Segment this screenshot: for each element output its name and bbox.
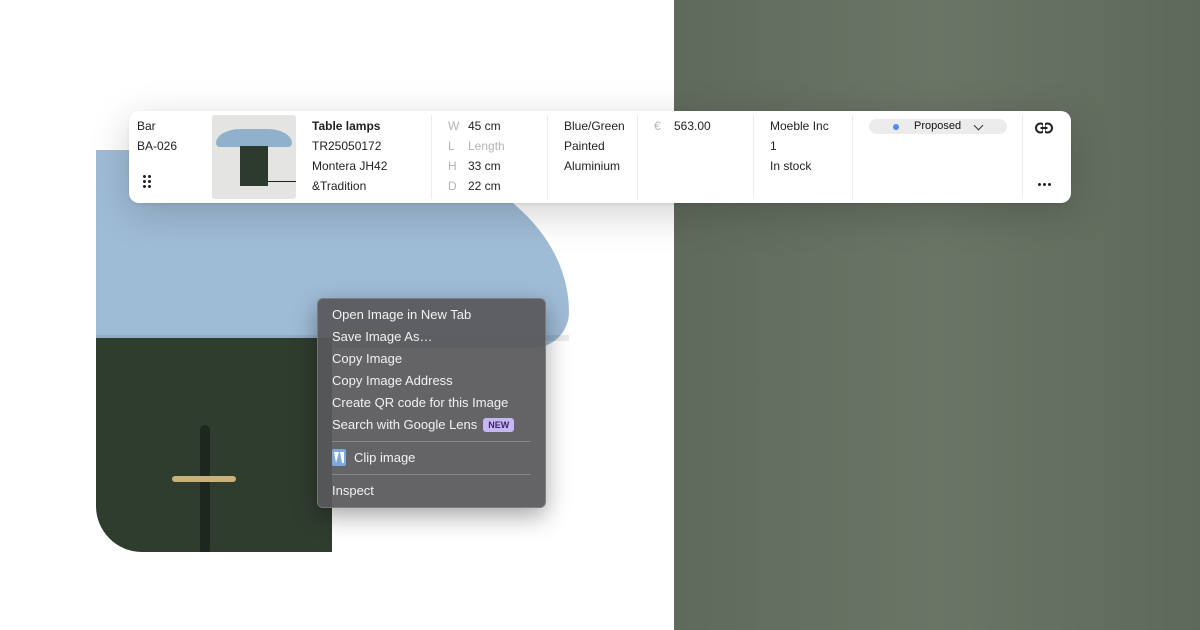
price-amount: 563.00 [674,119,711,133]
menu-item-inspect[interactable]: Inspect [332,480,374,502]
menu-item-save-image[interactable]: Save Image As… [332,326,432,348]
currency-symbol: € [654,119,661,133]
column-divider [431,115,432,199]
clip-icon [332,449,346,466]
dim-height: 33 cm [468,159,501,173]
supplier-cell: Moeble Inc 1 In stock [770,115,870,199]
item-code: BA-026 [137,139,178,153]
more-dots-icon[interactable] [1038,183,1052,187]
product-brand: &Tradition [312,179,367,193]
new-badge: NEW [483,418,515,432]
menu-item-google-lens[interactable]: Search with Google Lens NEW [332,414,515,436]
chevron-down-icon [973,120,984,131]
area-label: Bar [137,119,156,133]
column-divider [547,115,548,199]
price-cell: €563.00 [654,115,754,199]
menu-separator [332,441,531,442]
product-category: Table lamps [312,119,381,133]
material-finish: Painted [564,139,605,153]
dim-label: H [448,159,457,173]
menu-item-open-image[interactable]: Open Image in New Tab [332,304,471,326]
dim-label: L [448,139,455,153]
menu-separator [332,474,531,475]
menu-item-qr-code[interactable]: Create QR code for this Image [332,392,508,414]
product-cell: Table lamps TR25050172 Montera JH42 &Tra… [312,115,432,199]
status-dropdown[interactable]: Proposed [869,119,1007,134]
product-model: Montera JH42 [312,159,388,173]
materials-cell: Blue/Green Painted Aluminium [564,115,654,199]
column-divider [637,115,638,199]
lamp-slot [200,425,210,552]
product-row[interactable]: Bar BA-026 Table lamps TR25050172 Monter… [129,111,1071,203]
quantity: 1 [770,139,777,153]
material-color: Blue/Green [564,119,625,133]
stock-status: In stock [770,159,812,173]
context-menu: Open Image in New Tab Save Image As… Cop… [317,298,546,508]
column-divider [1022,115,1023,199]
status-dot-icon [893,124,899,130]
lamp-base [96,338,332,552]
product-thumbnail[interactable] [212,115,296,199]
status-label: Proposed [914,120,962,132]
dim-depth: 22 cm [468,179,501,193]
google-lens-label: Search with Google Lens [332,417,478,432]
dim-label: D [448,179,457,193]
menu-item-copy-image[interactable]: Copy Image [332,348,402,370]
dim-width: 45 cm [468,119,501,133]
dim-label: W [448,119,460,133]
menu-item-copy-address[interactable]: Copy Image Address [332,370,453,392]
dimensions-cell: W 45 cm L Length H 33 cm D 22 cm [448,115,548,199]
menu-item-clip-image[interactable]: Clip image [354,447,415,469]
supplier-name: Moeble Inc [770,119,829,133]
product-sku: TR25050172 [312,139,382,153]
dim-length[interactable]: Length [468,139,505,153]
drag-handle-icon[interactable] [143,175,153,191]
column-divider [753,115,754,199]
column-divider [852,115,853,199]
lamp-ring [172,476,236,482]
link-icon[interactable] [1035,122,1053,134]
background-panel [674,0,1200,630]
material-type: Aluminium [564,159,621,173]
